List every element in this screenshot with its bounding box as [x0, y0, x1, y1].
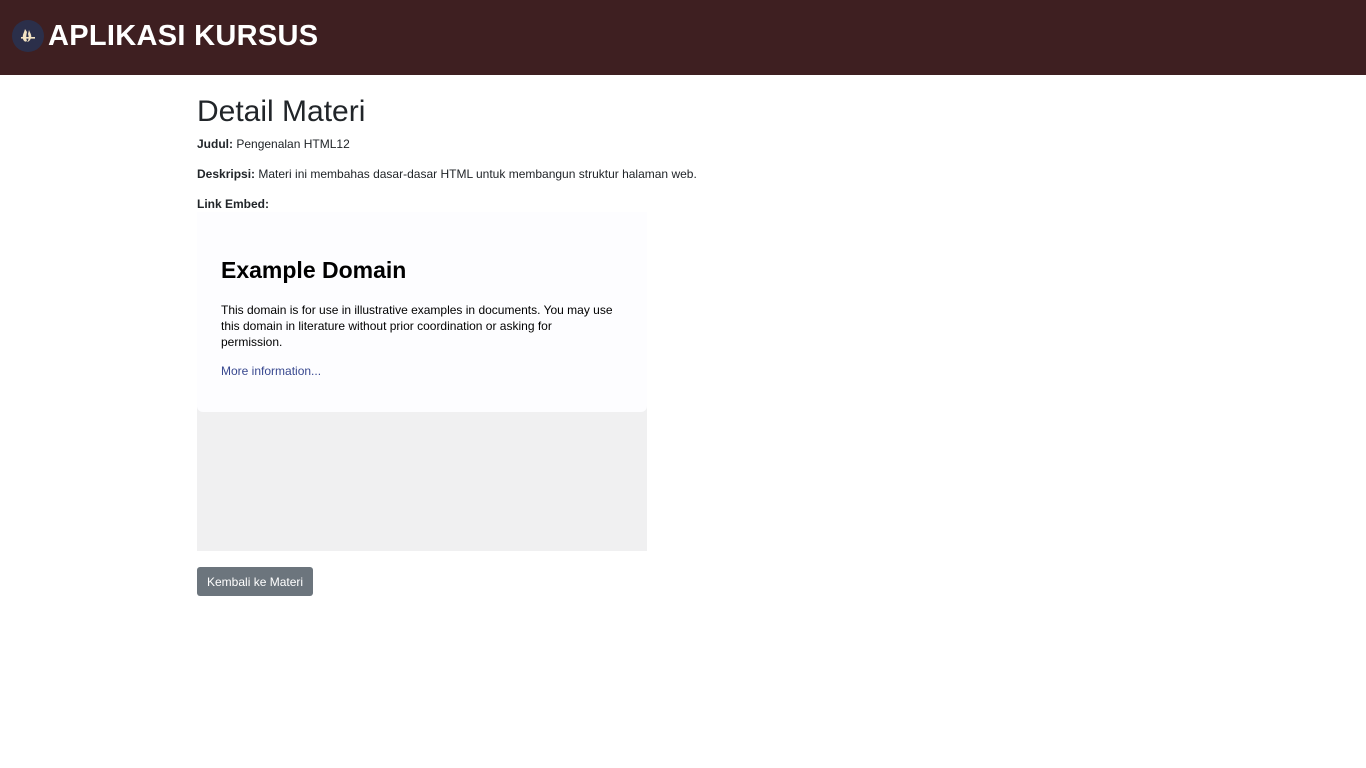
link-embed-row: Link Embed: — [197, 197, 269, 211]
navbar: APLIKASI KURSUS — [0, 0, 1366, 75]
judul-row: Judul: Pengenalan HTML12 — [197, 137, 350, 151]
app-brand[interactable]: APLIKASI KURSUS — [48, 20, 318, 53]
deskripsi-value: Materi ini membahas dasar-dasar HTML unt… — [258, 167, 697, 181]
deskripsi-row: Deskripsi: Materi ini membahas dasar-das… — [197, 167, 697, 181]
embed-card: Example Domain This domain is for use in… — [197, 212, 647, 412]
judul-label: Judul: — [197, 137, 233, 151]
embed-title: Example Domain — [221, 257, 407, 283]
back-to-materi-button[interactable]: Kembali ke Materi — [197, 567, 314, 596]
more-information-link[interactable]: More information... — [221, 364, 321, 378]
flame-logo-icon[interactable] — [12, 19, 44, 52]
page-title: Detail Materi — [197, 95, 366, 128]
embed-text: This domain is for use in illustrative e… — [221, 303, 613, 349]
judul-value: Pengenalan HTML12 — [236, 137, 350, 151]
deskripsi-label: Deskripsi: — [197, 167, 256, 181]
main-content: Detail Materi Judul: Pengenalan HTML12 D… — [197, 93, 1097, 596]
link-embed-label: Link Embed: — [197, 197, 270, 211]
embed-iframe[interactable]: Example Domain This domain is for use in… — [197, 212, 647, 551]
